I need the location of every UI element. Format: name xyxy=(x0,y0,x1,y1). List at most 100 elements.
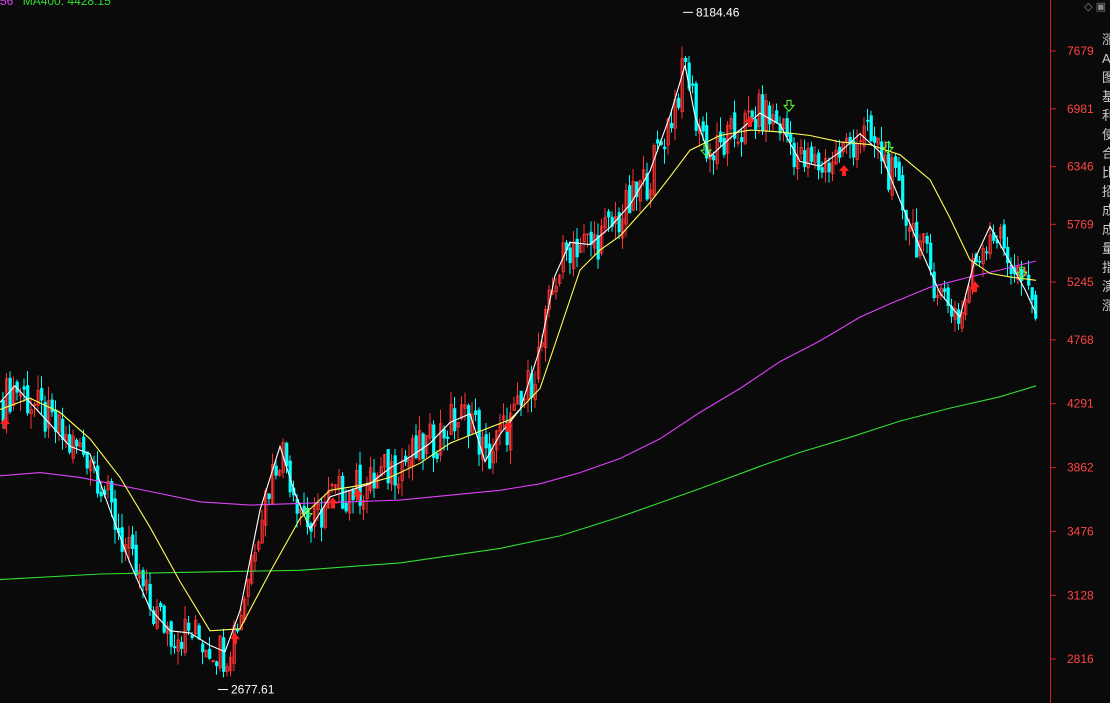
candle-body xyxy=(656,139,660,144)
candle-body xyxy=(197,625,201,640)
candle-body xyxy=(54,409,58,432)
ma-line-ma20 xyxy=(0,129,1037,632)
candle-body xyxy=(869,115,873,142)
high-label: 8184.46 xyxy=(696,5,740,19)
candle-body xyxy=(1027,274,1031,286)
candle-body xyxy=(810,146,814,162)
candle-body xyxy=(712,155,716,161)
candle-body xyxy=(208,648,212,659)
y-tick-label-8: 6346 xyxy=(1067,160,1094,174)
candle-body xyxy=(1,399,5,423)
candle-body xyxy=(344,502,348,512)
candle-body xyxy=(488,443,492,469)
side-text-12: 指 xyxy=(1102,260,1110,275)
candle-body xyxy=(932,271,936,299)
candle-body xyxy=(442,428,446,439)
candle-body xyxy=(190,635,194,638)
legend-ma-left: 56 xyxy=(0,0,14,8)
candle-body xyxy=(866,119,870,122)
window-icon[interactable]: ▣ xyxy=(1096,1,1106,13)
candle-body xyxy=(285,442,289,467)
candle-body xyxy=(446,436,450,439)
legend: 56 MA400: 4428.15 xyxy=(0,0,117,8)
candle-body xyxy=(663,146,667,150)
candle-body xyxy=(596,235,600,260)
candle-body xyxy=(985,251,989,254)
candle-body xyxy=(148,583,152,609)
candle-body xyxy=(691,83,695,86)
side-text-10: 成 xyxy=(1102,222,1110,237)
candle-body xyxy=(474,410,478,415)
candle-body xyxy=(761,94,765,132)
side-text-1: A xyxy=(1102,51,1110,66)
side-text-4: 利 xyxy=(1102,108,1110,123)
chart-root: 2816 3128 3476 3862 4291 4768 5245 5769 6346 6981… xyxy=(0,0,1110,703)
y-tick-label-2: 3476 xyxy=(1067,524,1094,538)
sell-arrow-icon xyxy=(782,99,796,113)
candle-body xyxy=(215,661,219,667)
candle-body xyxy=(775,110,779,123)
side-text-8: 招 xyxy=(1102,184,1110,199)
candle-body xyxy=(607,211,611,218)
candle-body xyxy=(173,646,177,649)
candle-body xyxy=(435,453,439,459)
diamond-icon[interactable]: ◇ xyxy=(1084,1,1092,13)
candle-body xyxy=(1030,287,1034,301)
side-text-0: 涨 xyxy=(1102,32,1110,47)
candle-body xyxy=(929,242,933,270)
candle-body xyxy=(40,388,44,401)
candle-body xyxy=(421,433,425,460)
candle-body xyxy=(75,439,79,447)
candle-body xyxy=(719,131,723,143)
candle-body xyxy=(222,637,226,672)
y-tick-label-4: 4291 xyxy=(1067,397,1094,411)
candle-body xyxy=(134,544,138,576)
candle-body xyxy=(768,105,772,125)
candle-body xyxy=(701,121,705,132)
candle-body xyxy=(1034,294,1038,319)
candle-body xyxy=(740,137,744,143)
candle-body xyxy=(754,118,758,130)
side-text-9: 成 xyxy=(1102,203,1110,218)
y-tick-label-0: 2816 xyxy=(1067,652,1094,666)
candle-body xyxy=(432,424,436,458)
candle-body xyxy=(820,167,824,173)
candle-body xyxy=(274,465,278,476)
side-text-5: 使 xyxy=(1102,127,1110,142)
candle-body xyxy=(169,621,173,647)
ma-line-ma5 xyxy=(0,65,1037,653)
side-text-2: 图 xyxy=(1102,70,1110,85)
buy-arrow-icon xyxy=(503,420,513,432)
side-text-11: 量 xyxy=(1102,241,1110,256)
side-text-strip: 涨A图基利使合比招成成量指演涨 xyxy=(1102,30,1110,315)
stock-chart[interactable]: 2816 3128 3476 3862 4291 4768 5245 5769 6346 6981… xyxy=(0,0,1110,703)
corner-icons: ◇ ▣ xyxy=(1084,0,1106,13)
ma-line-ma400 xyxy=(0,385,1037,581)
side-text-7: 比 xyxy=(1102,165,1110,180)
candle-body xyxy=(68,434,72,453)
candle-body xyxy=(22,386,26,390)
candle-body xyxy=(568,247,572,264)
candle-body xyxy=(925,235,929,244)
candle-body xyxy=(670,122,674,129)
candle-body xyxy=(827,162,831,173)
candle-body xyxy=(267,493,271,500)
y-tick-label-7: 5769 xyxy=(1067,217,1094,231)
y-tick-label-3: 3862 xyxy=(1067,461,1094,475)
candle-body xyxy=(628,185,632,214)
candle-body xyxy=(792,142,796,168)
candle-body xyxy=(187,622,191,631)
candle-body xyxy=(43,401,47,432)
buy-arrow-icon xyxy=(328,497,338,509)
side-text-3: 基 xyxy=(1102,89,1110,104)
candle-body xyxy=(789,133,793,143)
candle-body xyxy=(467,405,471,437)
candle-body xyxy=(201,643,205,653)
candle-body xyxy=(131,534,135,550)
y-tick-label-10: 7679 xyxy=(1067,44,1094,58)
y-tick-label-1: 3128 xyxy=(1067,588,1094,602)
candle-body xyxy=(50,399,54,413)
candle-body xyxy=(162,605,166,633)
candle-body xyxy=(722,137,726,155)
candle-body xyxy=(684,57,688,62)
